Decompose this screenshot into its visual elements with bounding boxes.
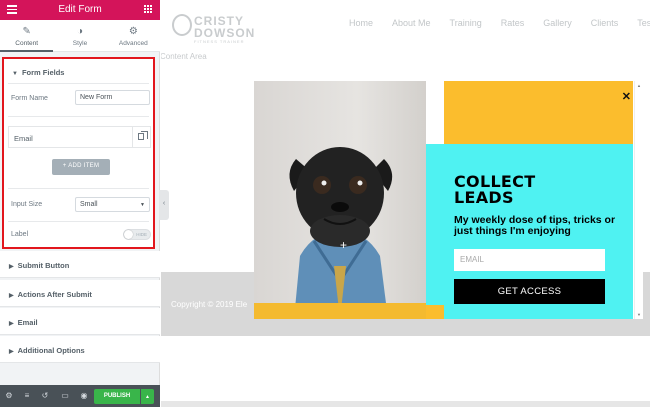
section-label: Actions After Submit xyxy=(17,290,92,299)
lead-popup: + ✕ ▲ ▼ COLLECT LEADS My weekly dose of … xyxy=(254,81,643,319)
scroll-up-icon[interactable]: ▲ xyxy=(637,83,641,88)
settings-icon[interactable]: ⚙ xyxy=(4,391,14,400)
caret-right-icon: ▶ xyxy=(9,264,14,270)
history-icon[interactable]: ↺ xyxy=(40,391,50,400)
editor-app: Edit Form ✎ Content ◑ Style ⚙ Advanced ▼… xyxy=(0,0,650,407)
nav-clients[interactable]: Clients xyxy=(591,18,619,28)
content-area-label: Content Area xyxy=(161,52,207,61)
label-toggle[interactable]: HIDE xyxy=(123,229,151,240)
input-size-select[interactable]: Small ▼ xyxy=(75,197,150,212)
section-submit-button[interactable]: ▶ Submit Button xyxy=(0,251,160,278)
scroll-down-icon[interactable]: ▼ xyxy=(637,312,641,317)
divider xyxy=(8,116,149,117)
toggle-text: HIDE xyxy=(136,231,147,237)
divider xyxy=(8,83,149,84)
navigator-icon[interactable]: ≡ xyxy=(22,391,32,400)
section-additional-options[interactable]: ▶ Additional Options xyxy=(0,336,160,363)
popup-subtext: My weekly dose of tips, tricks or just t… xyxy=(454,214,616,237)
collapse-panel-button[interactable]: ‹ xyxy=(159,190,169,220)
nav-about-me[interactable]: About Me xyxy=(392,18,431,28)
publish-options-caret-icon[interactable]: ▲ xyxy=(141,389,154,404)
publish-button[interactable]: PUBLISH xyxy=(94,389,140,404)
form-fields-section: ▼ Form Fields Form Name New Form Email + … xyxy=(2,57,155,249)
form-fields-toggle[interactable]: ▼ Form Fields xyxy=(12,68,64,77)
email-input[interactable]: EMAIL xyxy=(454,249,605,271)
section-label: Additional Options xyxy=(17,346,85,355)
site-nav: Home About Me Training Rates Gallery Cli… xyxy=(349,18,650,28)
nav-home[interactable]: Home xyxy=(349,18,373,28)
add-item-label: ADD ITEM xyxy=(68,163,100,169)
logo-tagline: FITNESS TRAINER xyxy=(194,39,245,44)
duplicate-button[interactable] xyxy=(132,127,150,147)
widgets-grid-icon[interactable] xyxy=(144,5,153,14)
yellow-accent-strip xyxy=(426,305,444,319)
form-fields-title: Form Fields xyxy=(21,68,65,77)
section-label: Email xyxy=(17,318,38,327)
field-item-label: Email xyxy=(14,134,33,143)
add-item-button[interactable]: + ADD ITEM xyxy=(52,159,110,175)
input-size-value: Small xyxy=(80,201,98,208)
field-repeater-item[interactable]: Email xyxy=(8,126,151,148)
copyright-text: Copyright © 2019 Ele xyxy=(171,300,248,309)
editor-panel: Edit Form ✎ Content ◑ Style ⚙ Advanced ▼… xyxy=(0,0,160,407)
divider xyxy=(8,188,149,189)
crosshair-icon: + xyxy=(340,238,348,252)
nav-training[interactable]: Training xyxy=(450,18,482,28)
close-icon[interactable]: ✕ xyxy=(622,90,631,103)
chevron-down-icon: ▼ xyxy=(140,202,145,208)
nav-gallery[interactable]: Gallery xyxy=(543,18,572,28)
pug-photo xyxy=(254,81,426,319)
tab-style[interactable]: ◑ Style xyxy=(53,20,106,51)
caret-right-icon: ▶ xyxy=(9,349,14,355)
toggle-knob xyxy=(124,230,133,239)
responsive-mode-icon[interactable]: ▭ xyxy=(60,391,70,400)
copy-icon xyxy=(138,131,148,140)
tab-content-label: Content xyxy=(15,40,39,47)
caret-right-icon: ▶ xyxy=(9,293,14,299)
get-access-button[interactable]: GET ACCESS xyxy=(454,279,605,304)
tab-style-label: Style xyxy=(72,40,88,47)
tab-advanced-label: Advanced xyxy=(118,40,148,47)
bottom-scrollbar[interactable] xyxy=(161,401,650,407)
caret-right-icon: ▶ xyxy=(9,321,14,327)
preview-eye-icon[interactable]: ◉ xyxy=(79,391,89,400)
logo-line2: DOWSON xyxy=(194,26,256,40)
input-size-label: Input Size xyxy=(11,201,43,208)
tab-advanced[interactable]: ⚙ Advanced xyxy=(107,20,160,51)
headline-line2: LEADS xyxy=(454,188,514,207)
section-label: Submit Button xyxy=(17,261,70,270)
form-name-input[interactable]: New Form xyxy=(75,90,150,105)
label-toggle-label: Label xyxy=(11,231,29,238)
yellow-accent-block xyxy=(444,81,633,144)
panel-tabs: ✎ Content ◑ Style ⚙ Advanced xyxy=(0,20,160,52)
popup-headline: COLLECT LEADS xyxy=(454,174,535,206)
divider xyxy=(8,221,149,222)
form-name-label: Form Name xyxy=(11,95,48,102)
panel-title: Edit Form xyxy=(58,4,102,15)
section-email[interactable]: ▶ Email xyxy=(0,308,160,335)
nav-rates[interactable]: Rates xyxy=(501,18,525,28)
nav-testimonials[interactable]: Testimo xyxy=(637,18,650,28)
panel-footer: ⚙ ≡ ↺ ▭ ◉ PUBLISH ▲ xyxy=(0,385,160,407)
pug-illustration xyxy=(289,147,393,319)
popup-scrollbar[interactable]: ▲ ▼ xyxy=(634,81,643,319)
section-actions-after-submit[interactable]: ▶ Actions After Submit xyxy=(0,280,160,307)
pencil-icon: ✎ xyxy=(22,26,31,37)
tab-content[interactable]: ✎ Content xyxy=(0,20,54,52)
photo-floor xyxy=(254,303,426,319)
panel-header: Edit Form xyxy=(0,0,160,20)
gear-icon: ⚙ xyxy=(128,26,138,37)
logo-mark xyxy=(172,14,192,36)
contrast-icon: ◑ xyxy=(76,26,84,37)
caret-down-icon: ▼ xyxy=(12,71,18,77)
